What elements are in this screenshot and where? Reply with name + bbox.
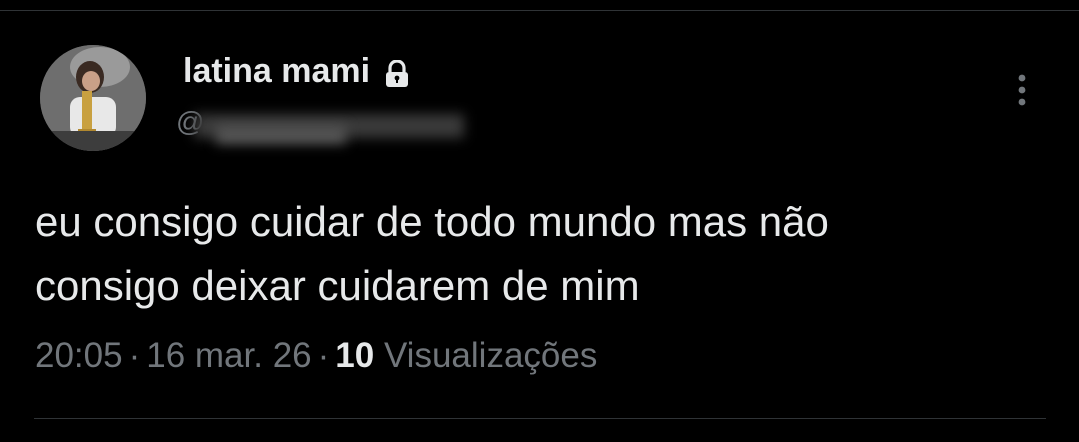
meta-separator: · <box>317 336 330 375</box>
tweet-text-line-1: eu consigo cuidar de todo mundo mas não <box>35 198 829 245</box>
tweet-meta: 20:05 · 16 mar. 26 · 10 Visualizações <box>35 336 597 376</box>
tweet-text: eu consigo cuidar de todo mundo mas não … <box>35 190 1055 318</box>
handle-censor-block-2 <box>216 126 346 144</box>
lock-icon <box>384 58 410 87</box>
tweet-time[interactable]: 20:05 <box>35 336 123 375</box>
top-divider <box>0 10 1079 11</box>
views-count[interactable]: 10 <box>335 336 374 375</box>
author-handle[interactable]: @ <box>176 100 476 148</box>
bottom-divider <box>34 418 1046 419</box>
meta-separator: · <box>128 336 141 375</box>
more-vertical-icon <box>1018 74 1026 106</box>
tweet-text-line-2: consigo deixar cuidarem de mim <box>35 262 640 309</box>
more-options-button[interactable] <box>1006 66 1038 114</box>
author-display-name-row[interactable]: latina mami <box>183 52 410 91</box>
author-display-name[interactable]: latina mami <box>183 52 370 91</box>
avatar[interactable] <box>40 45 146 151</box>
tweet-date[interactable]: 16 mar. 26 <box>146 336 311 375</box>
views-label[interactable]: Visualizações <box>384 336 597 375</box>
